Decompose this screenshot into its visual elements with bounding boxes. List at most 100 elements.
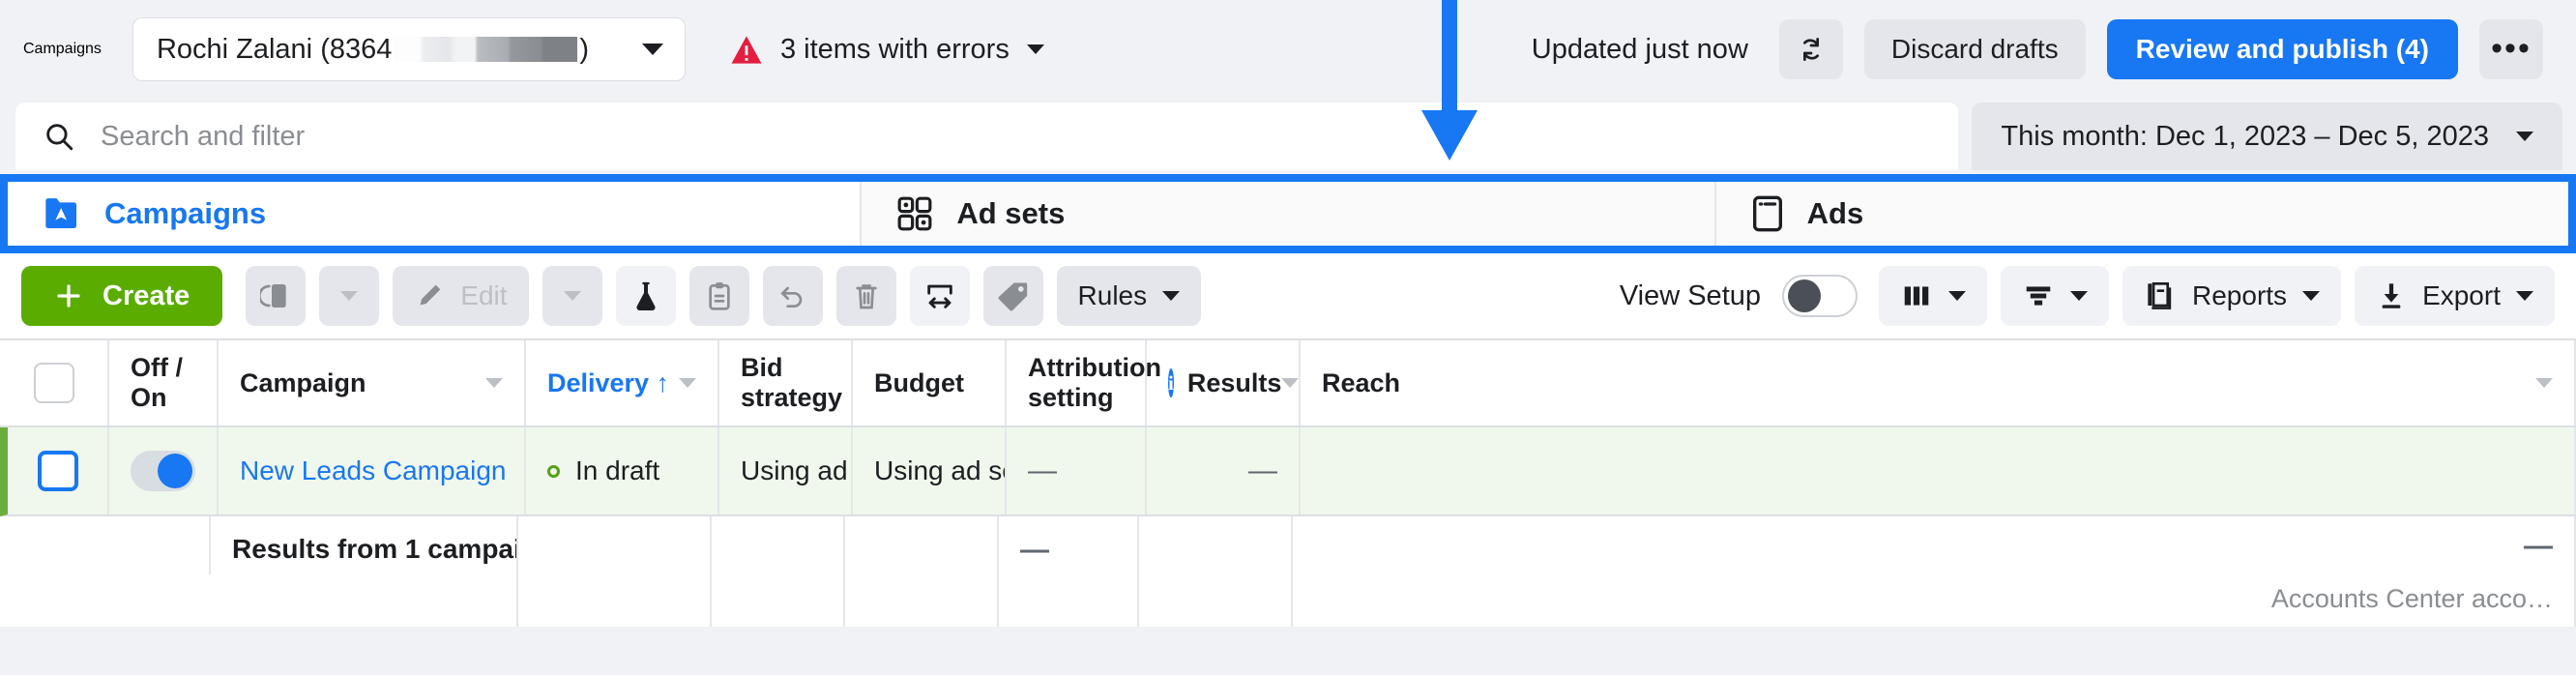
column-label: Attribution setting: [1028, 353, 1161, 412]
level-tabs-highlight-box: Campaigns Ad sets Ads: [0, 174, 2576, 253]
pencil-icon: [420, 284, 441, 306]
column-header-bid-strategy: Bid strategy: [719, 340, 853, 426]
delete-button[interactable]: [835, 266, 896, 326]
export-button[interactable]: Export: [2355, 266, 2555, 326]
move-button[interactable]: [909, 266, 970, 326]
column-label: Campaign: [240, 367, 366, 397]
view-setup-toggle-group[interactable]: View Setup: [1619, 275, 1859, 317]
table-toolbar: Create Edit Rules View Setup Reports Exp…: [0, 253, 2576, 338]
clipboard-button[interactable]: [688, 266, 749, 326]
table-header-row: Off / On Campaign Delivery ↑ Bid strateg…: [0, 338, 2576, 427]
ab-test-button[interactable]: [615, 266, 676, 326]
ads-manager-window: Campaigns Rochi Zalani (8364 ) 3 items w…: [0, 0, 2576, 675]
view-setup-toggle[interactable]: [1782, 275, 1859, 317]
search-input-wrapper[interactable]: Search and filter: [15, 103, 1959, 170]
errors-dropdown[interactable]: 3 items with errors: [730, 34, 1044, 66]
duplicate-button[interactable]: [246, 266, 307, 326]
row-delivery-cell: In draft: [526, 427, 719, 514]
account-selector[interactable]: Rochi Zalani (8364 ): [132, 17, 686, 81]
column-header-campaign[interactable]: Campaign: [219, 340, 526, 426]
row-results-cell: —: [1147, 427, 1301, 514]
delivery-status-label: In draft: [575, 455, 660, 485]
duplicate-dropdown-button[interactable]: [319, 266, 380, 326]
row-attribution-cell: —: [1007, 427, 1147, 514]
reports-icon: [2148, 282, 2172, 309]
column-header-off-on: Off / On: [109, 340, 219, 426]
breakdown-button[interactable]: [2001, 266, 2110, 326]
select-all-checkbox[interactable]: [33, 363, 74, 403]
tab-ad-sets-label: Ad sets: [956, 196, 1066, 230]
chevron-down-icon: [641, 44, 663, 55]
chevron-down-icon[interactable]: [679, 378, 696, 388]
chevron-down-icon[interactable]: [2535, 378, 2553, 388]
rules-button[interactable]: Rules: [1056, 266, 1202, 326]
table-summary-row: Results from 1 campaign i — — Accounts C…: [0, 516, 2576, 627]
summary-bid-cell: [712, 516, 845, 627]
refresh-button[interactable]: [1778, 19, 1843, 79]
more-options-button[interactable]: •••: [2479, 19, 2543, 79]
row-reach-cell: [1301, 427, 2576, 514]
summary-delivery-cell: [518, 516, 712, 627]
create-button[interactable]: Create: [21, 266, 223, 326]
account-name: Rochi Zalani: [156, 33, 313, 65]
row-onoff-cell: [109, 427, 219, 514]
grid-icon: [897, 196, 932, 231]
column-label: Reach: [1322, 367, 1401, 397]
summary-reach-dash: —: [2524, 530, 2553, 562]
plus-icon: [57, 284, 80, 308]
discard-drafts-button[interactable]: Discard drafts: [1863, 19, 2086, 79]
column-header-delivery[interactable]: Delivery ↑: [526, 340, 719, 426]
tab-ads-label: Ads: [1806, 196, 1864, 230]
account-id-prefix: (8364: [320, 33, 393, 65]
summary-attribution-cell: —: [999, 516, 1139, 627]
chevron-down-icon: [1948, 291, 1967, 301]
account-id-suffix: ): [579, 33, 590, 65]
undo-button[interactable]: [762, 266, 823, 326]
columns-button[interactable]: [1879, 266, 1988, 326]
campaigns-table: Off / On Campaign Delivery ↑ Bid strateg…: [0, 338, 2576, 627]
chevron-down-icon: [1162, 291, 1181, 301]
tag-icon: [998, 282, 1027, 311]
chevron-down-icon: [563, 291, 581, 301]
column-label: Results: [1186, 367, 1282, 397]
campaign-on-off-toggle[interactable]: [131, 451, 195, 491]
redacted-account-id: [394, 37, 578, 62]
search-icon: [46, 124, 73, 151]
row-checkbox[interactable]: [37, 451, 78, 491]
column-header-results[interactable]: i Results: [1147, 340, 1301, 426]
summary-reach-cell: — Accounts Center acco…: [1293, 516, 2576, 627]
summary-reach-note: Accounts Center acco…: [2270, 584, 2553, 613]
info-icon[interactable]: i: [1168, 368, 1174, 397]
search-input[interactable]: Search and filter: [101, 121, 305, 153]
toggle-knob: [1788, 279, 1822, 312]
chevron-down-icon[interactable]: [1281, 378, 1300, 388]
chevron-down-icon: [2516, 291, 2533, 301]
tab-ads[interactable]: Ads: [1715, 182, 2568, 246]
column-label: Delivery ↑: [547, 367, 670, 397]
tab-ad-sets[interactable]: Ad sets: [862, 182, 1716, 246]
create-button-label: Create: [102, 279, 190, 311]
chevron-down-icon[interactable]: [485, 378, 503, 388]
flask-icon: [635, 281, 656, 311]
tab-campaigns[interactable]: Campaigns: [8, 182, 863, 246]
updated-status: Updated just now: [1531, 33, 1748, 65]
tag-button[interactable]: [982, 266, 1043, 326]
chevron-down-icon: [1026, 44, 1044, 54]
edit-dropdown-button[interactable]: [542, 266, 602, 326]
column-label: Bid strategy: [741, 353, 843, 412]
column-header-reach[interactable]: Reach: [1301, 340, 2576, 426]
undo-icon: [779, 286, 802, 308]
download-icon: [2382, 283, 2401, 308]
table-row[interactable]: New Leads Campaign In draft Using ad set…: [0, 427, 2576, 516]
document-icon: [1752, 195, 1782, 232]
review-and-publish-button[interactable]: Review and publish (4): [2106, 19, 2458, 79]
summary-attribution-value: —: [1020, 534, 1049, 566]
view-setup-label: View Setup: [1619, 279, 1762, 311]
date-range-picker[interactable]: This month: Dec 1, 2023 – Dec 5, 2023: [1972, 103, 2562, 170]
campaign-name-link[interactable]: New Leads Campaign: [240, 455, 507, 486]
export-button-label: Export: [2422, 280, 2501, 310]
row-budget-cell: Using ad set bud…: [853, 427, 1007, 514]
edit-button[interactable]: Edit: [393, 266, 529, 326]
page-title: Campaigns: [23, 41, 102, 57]
reports-button[interactable]: Reports: [2122, 266, 2342, 326]
